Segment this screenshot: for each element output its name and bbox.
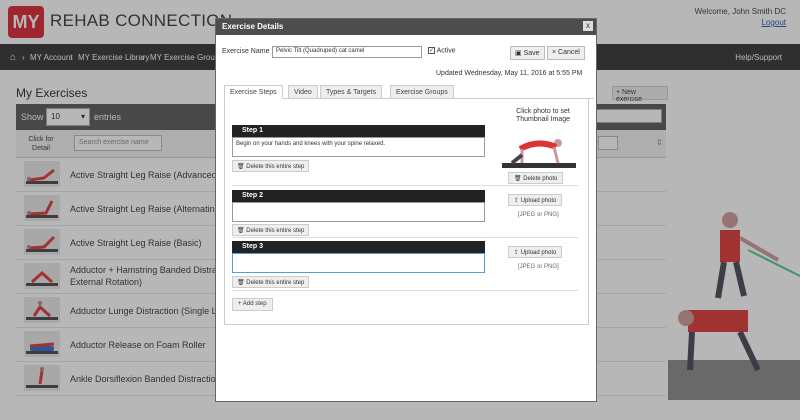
close-icon[interactable]: x	[583, 21, 593, 31]
delete-step-label: Delete this entire step	[246, 164, 305, 170]
delete-step-button[interactable]: 🗑 Delete this entire step	[232, 276, 310, 288]
upload-photo-label: Upload photo	[520, 198, 557, 204]
delete-photo-button[interactable]: 🗑 Delete photo	[508, 172, 564, 184]
active-label: Active	[436, 47, 456, 55]
cancel-icon: ×	[552, 49, 557, 56]
delete-step-button[interactable]: 🗑 Delete this entire step	[232, 224, 310, 236]
tab-video[interactable]: Video	[288, 85, 318, 99]
updated-timestamp: Updated Wednesday, May 11, 2016 at 5:55 …	[436, 70, 583, 77]
step-divider	[232, 290, 578, 291]
step-text-input[interactable]	[232, 253, 485, 273]
tab-exercise-groups[interactable]: Exercise Groups	[390, 85, 454, 99]
exercise-details-modal: Exercise Details x Exercise Name Pelvic …	[215, 18, 597, 402]
thumbnail-hint: Click photo to set Thumbnail Image	[515, 108, 571, 123]
step-header: Step 2	[232, 190, 485, 202]
upload-icon: ⇪	[514, 198, 520, 204]
tab-bar: Exercise Steps Video Types & Targets Exe…	[224, 85, 594, 99]
cancel-label: Cancel	[558, 49, 580, 56]
upload-photo-label: Upload photo	[520, 250, 557, 256]
file-type-hint: [JPEG or PNG]	[518, 212, 559, 218]
delete-step-label: Delete this entire step	[246, 228, 305, 234]
cancel-button[interactable]: × Cancel	[547, 46, 585, 60]
step-header: Step 1	[232, 125, 485, 137]
plus-icon: +	[238, 301, 242, 307]
step-header: Step 3	[232, 241, 485, 253]
trash-icon: 🗑	[237, 280, 245, 286]
trash-icon: 🗑	[237, 164, 245, 170]
upload-photo-button[interactable]: ⇪ Upload photo	[508, 194, 563, 206]
file-type-hint: [JPEG or PNG]	[518, 264, 559, 270]
tab-types-targets[interactable]: Types & Targets	[320, 85, 383, 99]
save-button[interactable]: ▣ Save	[510, 46, 545, 60]
trash-icon: 🗑	[514, 176, 522, 182]
step-text-input[interactable]: Begin on your hands and knees with your …	[232, 137, 485, 157]
save-label: Save	[523, 50, 540, 57]
delete-photo-label: Delete photo	[523, 176, 558, 182]
checkmark-icon[interactable]: ✓	[428, 47, 435, 54]
trash-icon: 🗑	[237, 228, 245, 234]
add-step-button[interactable]: + Add step	[232, 298, 273, 311]
modal-title: Exercise Details	[216, 19, 596, 35]
delete-step-button[interactable]: 🗑 Delete this entire step	[232, 160, 310, 172]
step-divider	[232, 237, 578, 238]
tab-exercise-steps[interactable]: Exercise Steps	[224, 85, 283, 99]
upload-icon: ⇪	[514, 250, 520, 256]
exercise-name-label: Exercise Name	[222, 48, 270, 55]
delete-step-label: Delete this entire step	[246, 280, 305, 286]
active-checkbox[interactable]: ✓ Active	[428, 47, 456, 54]
upload-photo-button[interactable]: ⇪ Upload photo	[508, 246, 563, 258]
step-photo[interactable]	[500, 127, 578, 171]
step-text-input[interactable]	[232, 202, 485, 222]
save-icon: ▣	[515, 50, 522, 57]
step-divider	[232, 185, 578, 186]
add-step-label: Add step	[242, 301, 267, 307]
exercise-name-input[interactable]: Pelvic Tilt (Quadruped) cat camel	[272, 46, 422, 58]
